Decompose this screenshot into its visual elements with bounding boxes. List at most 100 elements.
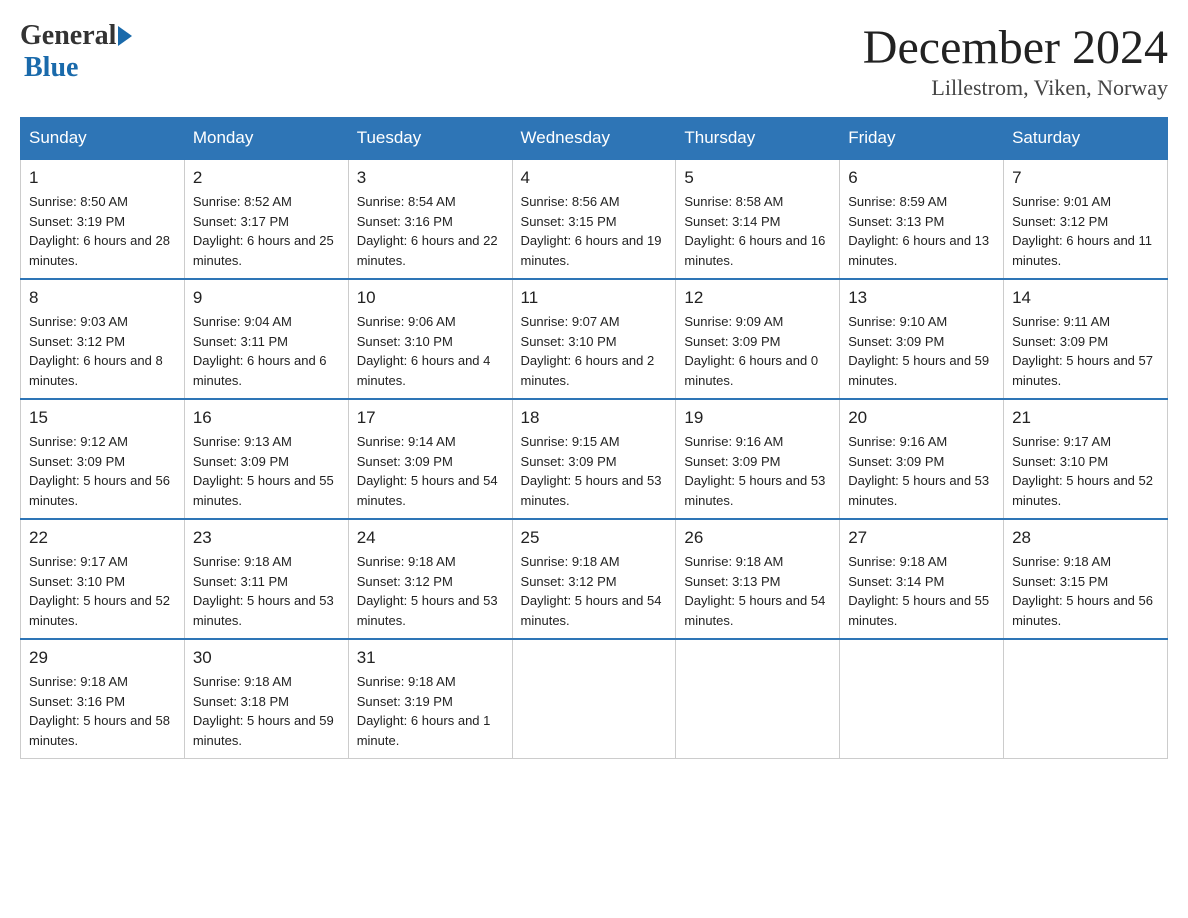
- day-number: 10: [357, 288, 504, 308]
- calendar-cell: 13 Sunrise: 9:10 AMSunset: 3:09 PMDayligh…: [840, 279, 1004, 399]
- calendar-cell: 16 Sunrise: 9:13 AMSunset: 3:09 PMDayligh…: [184, 399, 348, 519]
- calendar-cell: 17 Sunrise: 9:14 AMSunset: 3:09 PMDayligh…: [348, 399, 512, 519]
- logo: General Blue: [20, 20, 132, 84]
- calendar-cell: 20 Sunrise: 9:16 AMSunset: 3:09 PMDayligh…: [840, 399, 1004, 519]
- weekday-header-monday: Monday: [184, 118, 348, 160]
- day-info: Sunrise: 9:18 AMSunset: 3:12 PMDaylight:…: [357, 552, 504, 630]
- day-info: Sunrise: 8:54 AMSunset: 3:16 PMDaylight:…: [357, 192, 504, 270]
- calendar-cell: 26Sunrise: 9:18 AMSunset: 3:13 PMDayligh…: [676, 519, 840, 639]
- day-info: Sunrise: 8:59 AMSunset: 3:13 PMDaylight:…: [848, 192, 995, 270]
- day-info: Sunrise: 9:18 AMSunset: 3:18 PMDaylight:…: [193, 672, 340, 750]
- day-number: 27: [848, 528, 995, 548]
- calendar-cell: [676, 639, 840, 759]
- day-info: Sunrise: 9:09 AMSunset: 3:09 PMDaylight:…: [684, 312, 831, 390]
- logo-arrow-icon: [118, 26, 132, 46]
- page-header: General Blue December 2024 Lillestrom, V…: [20, 20, 1168, 101]
- day-number: 17: [357, 408, 504, 428]
- day-number: 4: [521, 168, 668, 188]
- weekday-header-sunday: Sunday: [21, 118, 185, 160]
- day-info: Sunrise: 9:18 AMSunset: 3:14 PMDaylight:…: [848, 552, 995, 630]
- day-info: Sunrise: 9:18 AMSunset: 3:11 PMDaylight:…: [193, 552, 340, 630]
- day-number: 12: [684, 288, 831, 308]
- weekday-header-row: SundayMondayTuesdayWednesdayThursdayFrid…: [21, 118, 1168, 160]
- calendar-cell: 28Sunrise: 9:18 AMSunset: 3:15 PMDayligh…: [1004, 519, 1168, 639]
- weekday-header-tuesday: Tuesday: [348, 118, 512, 160]
- calendar-cell: 9Sunrise: 9:04 AMSunset: 3:11 PMDaylight…: [184, 279, 348, 399]
- calendar-cell: 31 Sunrise: 9:18 AMSunset: 3:19 PMDayligh…: [348, 639, 512, 759]
- day-info: Sunrise: 9:03 AMSunset: 3:12 PMDaylight:…: [29, 312, 176, 390]
- weekday-header-friday: Friday: [840, 118, 1004, 160]
- calendar-cell: 30 Sunrise: 9:18 AMSunset: 3:18 PMDayligh…: [184, 639, 348, 759]
- day-number: 11: [521, 288, 668, 308]
- day-info: Sunrise: 9:18 AMSunset: 3:16 PMDaylight:…: [29, 672, 176, 750]
- logo-blue-text: Blue: [20, 52, 78, 84]
- calendar-cell: 22Sunrise: 9:17 AMSunset: 3:10 PMDayligh…: [21, 519, 185, 639]
- day-info: Sunrise: 9:17 AMSunset: 3:10 PMDaylight:…: [1012, 432, 1159, 510]
- day-info: Sunrise: 9:17 AMSunset: 3:10 PMDaylight:…: [29, 552, 176, 630]
- calendar-cell: 11 Sunrise: 9:07 AMSunset: 3:10 PMDayligh…: [512, 279, 676, 399]
- day-number: 28: [1012, 528, 1159, 548]
- day-number: 1: [29, 168, 176, 188]
- day-number: 14: [1012, 288, 1159, 308]
- title-block: December 2024 Lillestrom, Viken, Norway: [863, 20, 1168, 101]
- calendar-cell: 25 Sunrise: 9:18 AMSunset: 3:12 PMDayligh…: [512, 519, 676, 639]
- day-info: Sunrise: 9:14 AMSunset: 3:09 PMDaylight:…: [357, 432, 504, 510]
- day-number: 6: [848, 168, 995, 188]
- day-number: 24: [357, 528, 504, 548]
- calendar-cell: 6 Sunrise: 8:59 AMSunset: 3:13 PMDaylight…: [840, 159, 1004, 279]
- calendar-cell: 5Sunrise: 8:58 AMSunset: 3:14 PMDaylight…: [676, 159, 840, 279]
- day-number: 16: [193, 408, 340, 428]
- day-number: 19: [684, 408, 831, 428]
- weekday-header-wednesday: Wednesday: [512, 118, 676, 160]
- day-info: Sunrise: 9:18 AMSunset: 3:19 PMDaylight:…: [357, 672, 504, 750]
- day-number: 23: [193, 528, 340, 548]
- day-info: Sunrise: 9:13 AMSunset: 3:09 PMDaylight:…: [193, 432, 340, 510]
- calendar-cell: 19 Sunrise: 9:16 AMSunset: 3:09 PMDayligh…: [676, 399, 840, 519]
- calendar-cell: [840, 639, 1004, 759]
- day-number: 29: [29, 648, 176, 668]
- calendar-cell: 7Sunrise: 9:01 AMSunset: 3:12 PMDaylight…: [1004, 159, 1168, 279]
- month-title: December 2024: [863, 20, 1168, 75]
- calendar-cell: 8 Sunrise: 9:03 AMSunset: 3:12 PMDaylight…: [21, 279, 185, 399]
- day-number: 20: [848, 408, 995, 428]
- calendar-cell: 27 Sunrise: 9:18 AMSunset: 3:14 PMDayligh…: [840, 519, 1004, 639]
- day-number: 8: [29, 288, 176, 308]
- logo-general-text: General: [20, 20, 116, 52]
- day-number: 18: [521, 408, 668, 428]
- day-info: Sunrise: 8:52 AMSunset: 3:17 PMDaylight:…: [193, 192, 340, 270]
- day-info: Sunrise: 9:18 AMSunset: 3:12 PMDaylight:…: [521, 552, 668, 630]
- day-number: 15: [29, 408, 176, 428]
- weekday-header-saturday: Saturday: [1004, 118, 1168, 160]
- day-number: 25: [521, 528, 668, 548]
- day-info: Sunrise: 9:06 AMSunset: 3:10 PMDaylight:…: [357, 312, 504, 390]
- day-info: Sunrise: 9:10 AMSunset: 3:09 PMDaylight:…: [848, 312, 995, 390]
- day-number: 5: [684, 168, 831, 188]
- calendar-week-row: 15 Sunrise: 9:12 AMSunset: 3:09 PMDayligh…: [21, 399, 1168, 519]
- calendar-week-row: 22Sunrise: 9:17 AMSunset: 3:10 PMDayligh…: [21, 519, 1168, 639]
- day-info: Sunrise: 9:16 AMSunset: 3:09 PMDaylight:…: [684, 432, 831, 510]
- day-number: 7: [1012, 168, 1159, 188]
- location-title: Lillestrom, Viken, Norway: [863, 75, 1168, 101]
- day-info: Sunrise: 9:16 AMSunset: 3:09 PMDaylight:…: [848, 432, 995, 510]
- calendar-week-row: 8 Sunrise: 9:03 AMSunset: 3:12 PMDaylight…: [21, 279, 1168, 399]
- calendar-cell: [1004, 639, 1168, 759]
- day-info: Sunrise: 8:56 AMSunset: 3:15 PMDaylight:…: [521, 192, 668, 270]
- day-info: Sunrise: 9:18 AMSunset: 3:13 PMDaylight:…: [684, 552, 831, 630]
- day-info: Sunrise: 9:12 AMSunset: 3:09 PMDaylight:…: [29, 432, 176, 510]
- calendar-week-row: 1 Sunrise: 8:50 AMSunset: 3:19 PMDaylight…: [21, 159, 1168, 279]
- weekday-header-thursday: Thursday: [676, 118, 840, 160]
- calendar-cell: 15 Sunrise: 9:12 AMSunset: 3:09 PMDayligh…: [21, 399, 185, 519]
- day-number: 21: [1012, 408, 1159, 428]
- day-number: 31: [357, 648, 504, 668]
- calendar-cell: 4 Sunrise: 8:56 AMSunset: 3:15 PMDaylight…: [512, 159, 676, 279]
- day-number: 30: [193, 648, 340, 668]
- day-number: 13: [848, 288, 995, 308]
- calendar-table: SundayMondayTuesdayWednesdayThursdayFrid…: [20, 117, 1168, 759]
- day-number: 9: [193, 288, 340, 308]
- day-info: Sunrise: 8:50 AMSunset: 3:19 PMDaylight:…: [29, 192, 176, 270]
- calendar-cell: 12 Sunrise: 9:09 AMSunset: 3:09 PMDayligh…: [676, 279, 840, 399]
- day-info: Sunrise: 9:07 AMSunset: 3:10 PMDaylight:…: [521, 312, 668, 390]
- calendar-cell: 24 Sunrise: 9:18 AMSunset: 3:12 PMDayligh…: [348, 519, 512, 639]
- calendar-cell: 10 Sunrise: 9:06 AMSunset: 3:10 PMDayligh…: [348, 279, 512, 399]
- day-info: Sunrise: 9:15 AMSunset: 3:09 PMDaylight:…: [521, 432, 668, 510]
